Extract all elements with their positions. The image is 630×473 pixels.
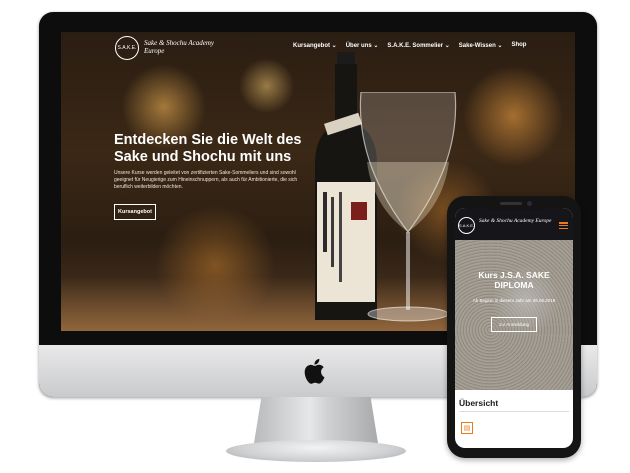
phone-speaker — [500, 202, 522, 205]
hero-description: Unsere Kurse werden geleitet von zertifi… — [114, 170, 298, 190]
hero-title: Entdecken Sie die Welt des Sake und Shoc… — [114, 132, 302, 165]
hamburger-menu-icon[interactable] — [559, 222, 568, 230]
kursangebot-button[interactable]: Kursangebot — [114, 204, 156, 220]
nav-shop[interactable]: Shop — [511, 42, 526, 49]
nav-kursangebot[interactable]: Kursangebot ⌄ — [293, 42, 337, 49]
overview-heading: Übersicht — [459, 398, 499, 408]
mobile-hero: Kurs J.S.A. SAKE DIPLOMA Ab Beginn in di… — [455, 240, 573, 390]
main-menu: Kursangebot ⌄ Über uns ⌄ S.A.K.E. Sommel… — [293, 42, 526, 49]
mobile-hero-subtitle: Ab Beginn in diesem Jahr am 26.06.2019 — [472, 298, 556, 303]
nav-sake-sommelier[interactable]: S.A.K.E. Sommelier ⌄ — [387, 42, 449, 49]
nav-sake-wissen[interactable]: Sake-Wissen ⌄ — [459, 42, 503, 49]
divider — [459, 411, 569, 412]
mobile-header: S.A.K.E. Sake & Shochu Academy Europe — [455, 208, 573, 240]
mobile-screen: S.A.K.E. Sake & Shochu Academy Europe Ku… — [455, 208, 573, 448]
mobile-site-name[interactable]: Sake & Shochu Academy Europe — [479, 218, 551, 225]
imac-stand-neck — [254, 397, 378, 443]
logo-mark: S.A.K.E. — [117, 45, 137, 51]
imac-stand-foot — [226, 440, 406, 462]
mobile-hero-title: Kurs J.S.A. SAKE DIPLOMA — [478, 270, 550, 290]
apple-logo-icon — [304, 358, 325, 384]
site-logo[interactable]: S.A.K.E. — [115, 36, 139, 60]
registration-button[interactable]: zur Anmeldung — [491, 317, 537, 332]
book-icon[interactable]: ▤ — [461, 422, 473, 434]
mobile-logo-mark: S.A.K.E. — [458, 223, 475, 228]
site-name[interactable]: Sake & Shochu Academy Europe — [144, 39, 224, 55]
hero-overlay — [455, 240, 573, 390]
mobile-site-logo[interactable]: S.A.K.E. — [458, 217, 475, 234]
nav-ueber-uns[interactable]: Über uns ⌄ — [346, 42, 379, 49]
desktop-navbar: S.A.K.E. Sake & Shochu Academy Europe Ku… — [61, 32, 575, 64]
phone-camera — [527, 201, 532, 206]
